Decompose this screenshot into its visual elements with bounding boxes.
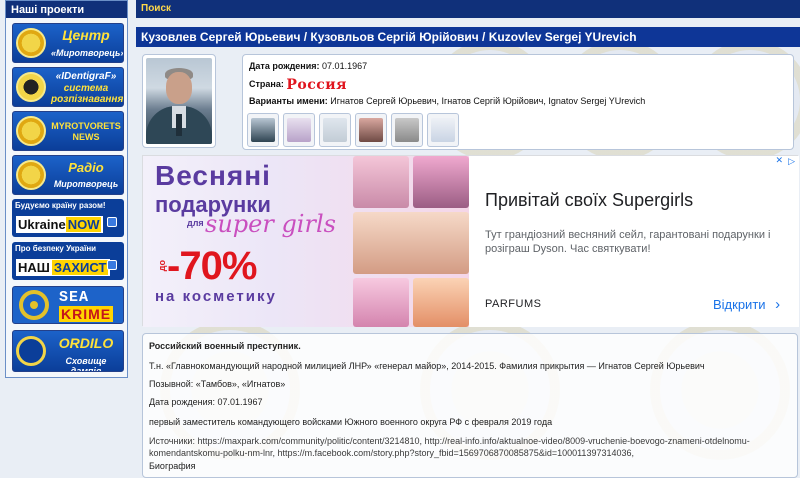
bio-callsign: Позывной: «Тамбов», «Игнатов» <box>149 379 286 389</box>
promo-center-myrotvorets[interactable]: Центр «Миротворець» <box>12 23 124 63</box>
ad-image-text: для <box>187 218 204 228</box>
ad-image-text: на косметику <box>155 288 277 305</box>
ua-badge-icon <box>107 217 117 227</box>
promo-identigraf[interactable]: «IDentigraF» система розпізнавання <box>12 67 124 107</box>
search-tab[interactable]: Поиск <box>136 0 800 18</box>
banner-highlight: ЗАХИСТ <box>51 260 109 275</box>
projects-sidebar: Наші проекти Центр «Миротворець» «IDenti… <box>5 0 128 378</box>
page-title: Кузовлев Сергей Юрьевич / Кузовльов Серг… <box>136 27 800 47</box>
ad-headline[interactable]: Привітай своїх Supergirls <box>485 190 693 211</box>
ad-open-button[interactable]: Відкрити › <box>713 296 780 313</box>
main-content: Поиск Кузовлев Сергей Юрьевич / Кузовльо… <box>136 0 800 478</box>
thumbnail[interactable] <box>247 113 279 147</box>
banner-highlight: NOW <box>65 217 102 232</box>
bio-sources[interactable]: Источники: https://maxpark.com/community… <box>149 435 789 459</box>
profile-info: Дата рождения: 07.01.1967 Страна: Россия… <box>242 54 794 150</box>
ad-brand: PARFUMS <box>485 298 542 310</box>
birth-date-label: Дата рождения: <box>249 61 320 71</box>
bio-line: Т.н. «Главнокомандующий народной милицие… <box>149 361 705 371</box>
ad-discount: -70% <box>167 244 257 288</box>
promo-title: Центр <box>62 27 110 43</box>
bio-position: первый заместитель командующего войсками… <box>149 417 553 427</box>
name-variants-label: Варианты имени: <box>249 96 328 106</box>
banner-logo: НАШ ЗАХИСТ <box>16 259 111 276</box>
ad-image-text: Весняні <box>155 160 271 191</box>
sea-title: SEA <box>59 289 90 306</box>
birth-date-value: 07.01.1967 <box>322 61 368 71</box>
banner-nash-zakhyst[interactable]: Про безпеку України НАШ ЗАХИСТ <box>12 242 124 280</box>
banner-logo: Ukraine NOW <box>16 216 104 233</box>
country-value: Россия <box>286 77 348 93</box>
profile-photo-frame[interactable] <box>142 54 216 148</box>
promo-subtitle: Миротворець <box>53 179 119 189</box>
ad-image-text: до <box>157 260 167 272</box>
promo-title: MYROTVORETS <box>51 121 121 131</box>
promo-ordilo[interactable]: ORDILO Сховище дампів <box>12 330 124 372</box>
ad-image[interactable]: Весняні подарунки для super girls до -70… <box>143 156 469 327</box>
banner-caption: Будуємо країну разом! <box>15 201 106 210</box>
thumbnail[interactable] <box>319 113 351 147</box>
ua-badge-icon <box>107 260 117 270</box>
birth-date-row: Дата рождения: 07.01.1967 <box>249 61 367 71</box>
promo-sea-krime[interactable]: SEA KRIME <box>12 286 124 324</box>
banner-label: НАШ <box>18 260 50 275</box>
thumbnail[interactable] <box>427 113 459 147</box>
sidebar-header: Наші проекти <box>6 1 127 18</box>
thumbnail[interactable] <box>391 113 423 147</box>
promo-title: ORDILO <box>58 335 114 351</box>
banner-caption: Про безпеку України <box>15 244 97 253</box>
ad-choices-icon[interactable]: ▷ <box>788 156 795 167</box>
ship-wheel-icon <box>19 290 49 320</box>
country-row: Страна: Россия <box>249 77 347 93</box>
ad-image-text: super girls <box>205 210 336 238</box>
biography-panel: Российский военный преступник. Т.н. «Гла… <box>142 333 798 478</box>
promo-subtitle: Сховище дампів <box>65 356 107 372</box>
ad-text-panel[interactable]: ▷ ✕ Привітай своїх Supergirls Тут гранді… <box>469 155 799 327</box>
promo-title: «IDentigraF» <box>55 71 117 82</box>
myrotvorets-emblem-icon <box>16 28 46 58</box>
bio-biography-label: Биография <box>149 461 196 471</box>
bio-heading: Российский военный преступник. <box>149 341 301 351</box>
banner-label: Ukraine <box>18 217 66 232</box>
promo-myrotvorets-news[interactable]: MYROTVORETS NEWS <box>12 111 124 151</box>
banner-ukraine-now[interactable]: Будуємо країну разом! Ukraine NOW <box>12 199 124 237</box>
ad-photo-collage <box>349 156 469 327</box>
promo-subtitle: «Миротворець» <box>51 48 124 58</box>
promo-subtitle: NEWS <box>72 132 100 142</box>
chevron-right-icon: › <box>775 296 781 313</box>
name-variants-row: Варианты имени: Игнатов Сергей Юрьевич, … <box>249 96 645 106</box>
thumbnail[interactable] <box>283 113 315 147</box>
identigraf-emblem-icon <box>16 72 46 102</box>
news-emblem-icon <box>16 116 46 146</box>
thumbnail[interactable] <box>355 113 387 147</box>
promo-radio[interactable]: Радіо Миротворець <box>12 155 124 195</box>
radio-emblem-icon <box>16 160 46 190</box>
profile-photo <box>146 58 212 144</box>
promo-subtitle: система розпізнавання <box>51 83 124 105</box>
country-label: Страна: <box>249 79 284 89</box>
promo-title: Радіо <box>68 160 104 175</box>
ad-open-label: Відкрити <box>713 297 766 312</box>
name-variants-value: Игнатов Сергей Юрьевич, Ігнатов Сергій Ю… <box>330 96 646 106</box>
ordilo-emblem-icon <box>16 336 46 366</box>
krime-title: KRIME <box>59 306 114 322</box>
bio-birth-date: Дата рождения: 07.01.1967 <box>149 397 263 407</box>
advertisement[interactable]: Весняні подарунки для super girls до -70… <box>142 155 799 327</box>
ad-close-icon[interactable]: ✕ <box>775 155 783 166</box>
ad-description: Тут грандіозний весняний сейл, гарантова… <box>485 229 771 255</box>
